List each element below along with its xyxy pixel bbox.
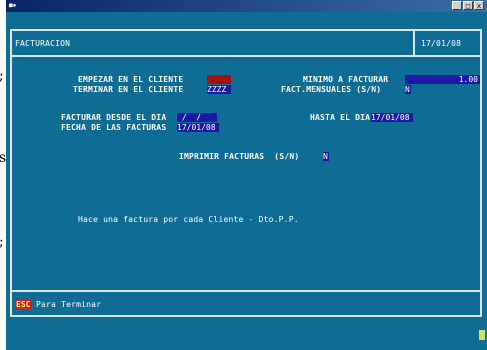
min-invoice-label: MINIMO A FACTURAR	[303, 75, 389, 84]
frame-left-line	[10, 29, 12, 292]
footer-left-line	[10, 290, 12, 317]
print-label: IMPRIMIR FACTURAS (S/N)	[179, 152, 300, 161]
end-client-label: TERMINAR EN EL CLIENTE	[73, 85, 184, 94]
frame-date-divider	[413, 29, 415, 57]
page-title: FACTURACION	[15, 39, 71, 48]
app-icon: ■▪	[9, 2, 17, 9]
frame-top-line	[10, 29, 482, 31]
header-date: 17/01/08	[421, 39, 462, 48]
frame-right-line	[480, 29, 482, 292]
edge-glyph: ;	[0, 68, 4, 84]
edge-glyph: ;	[0, 234, 4, 250]
monthly-label: FACT.MENSUALES (S/N)	[281, 85, 382, 94]
from-day-input[interactable]: / /	[177, 113, 217, 122]
frame-header-separator	[10, 55, 482, 57]
footer-top-line	[10, 290, 482, 292]
start-client-label: EMPEZAR EN EL CLIENTE	[78, 75, 184, 84]
info-text: Hace una factura por cada Cliente - Dto.…	[78, 215, 299, 224]
maximize-button[interactable]: □	[463, 1, 473, 10]
footer-bottom-line	[10, 315, 482, 317]
terminal-window: ■▪ _ □ x FACTURACION 17/01/08 EMPEZAR EN…	[6, 0, 487, 350]
monthly-input[interactable]: N	[405, 85, 411, 94]
text-screen: FACTURACION 17/01/08 EMPEZAR EN EL CLIEN…	[8, 13, 485, 350]
to-day-label: HASTA EL DIA	[310, 113, 371, 122]
title-bar: ■▪ _ □ x	[6, 0, 487, 12]
start-client-input[interactable]	[207, 75, 231, 84]
esc-key-badge[interactable]: ESC	[15, 300, 32, 309]
min-invoice-input[interactable]: 1.00	[405, 75, 480, 84]
esc-hint-label: Para Terminar	[36, 300, 102, 309]
window-controls: _ □ x	[452, 1, 484, 10]
scroll-corner-mark	[479, 330, 485, 340]
invoice-date-input[interactable]: 17/01/08	[177, 123, 219, 132]
to-day-input[interactable]: 17/01/08	[371, 113, 413, 122]
footer-right-line	[480, 290, 482, 317]
from-day-label: FACTURAR DESDE EL DIA	[61, 113, 167, 122]
invoice-date-label: FECHA DE LAS FACTURAS	[61, 123, 167, 132]
end-client-input[interactable]: ZZZZ	[207, 85, 231, 94]
close-button[interactable]: x	[474, 1, 484, 10]
minimize-button[interactable]: _	[452, 1, 462, 10]
print-input[interactable]: N	[323, 152, 329, 161]
